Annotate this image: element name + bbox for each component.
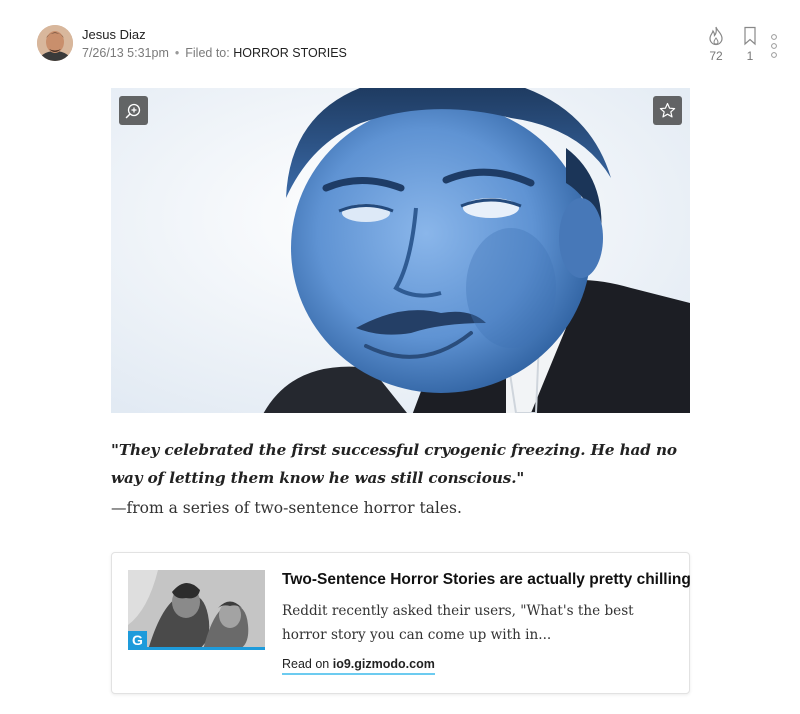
card-description: Reddit recently asked their users, "What… (282, 603, 634, 643)
horror-thumbnail-image (128, 570, 265, 650)
author-avatar[interactable] (37, 25, 73, 61)
filed-tag-link[interactable]: HORROR STORIES (233, 46, 347, 60)
flame-count: 72 (709, 49, 723, 63)
related-link-card[interactable]: G Two-Sentence Horror Stories are actual… (111, 552, 691, 694)
card-accent-strip (128, 647, 265, 650)
post-meta: 7/26/13 5:31pm • Filed to: HORROR STORIES (82, 46, 347, 60)
more-vertical-icon[interactable] (769, 34, 779, 58)
read-on-label: Read on (282, 657, 330, 671)
save-button[interactable]: 1 (738, 26, 762, 63)
author-name[interactable]: Jesus Diaz (82, 27, 146, 42)
star-icon (659, 102, 676, 118)
bookmark-icon (744, 26, 756, 46)
bookmark-count: 1 (746, 49, 754, 63)
filed-label: Filed to: (185, 46, 230, 60)
flame-icon (709, 26, 723, 46)
card-domain: io9.gizmodo.com (332, 657, 435, 671)
article-quote: "They celebrated the first successful cr… (111, 441, 677, 487)
quote-attribution: —from a series of two-sentence horror ta… (111, 499, 462, 517)
card-read-on-link[interactable]: Read on io9.gizmodo.com (282, 657, 435, 675)
zoom-in-icon (125, 103, 141, 119)
card-title-link[interactable]: Two-Sentence Horror Stories are actually… (282, 571, 691, 589)
card-thumbnail[interactable] (128, 570, 265, 650)
favorite-image-button[interactable] (653, 96, 682, 125)
portrait-illustration (111, 88, 690, 413)
meta-separator: • (174, 46, 180, 60)
gizmodo-logo-icon: G (128, 631, 147, 650)
recommend-button[interactable]: 72 (704, 26, 728, 63)
zoom-button[interactable] (119, 96, 148, 125)
post-timestamp[interactable]: 7/26/13 5:31pm (82, 46, 169, 60)
hero-image[interactable] (111, 88, 690, 413)
